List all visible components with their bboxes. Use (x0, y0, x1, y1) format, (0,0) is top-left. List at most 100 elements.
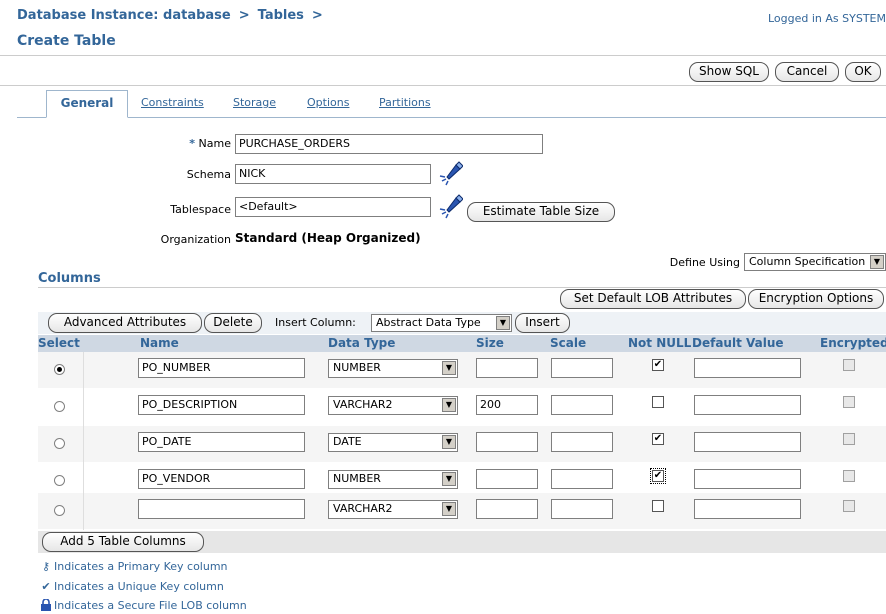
column-name-input[interactable] (138, 499, 305, 519)
header-select: Select (38, 336, 80, 350)
column-name-input[interactable]: PO_DESCRIPTION (138, 395, 305, 415)
cancel-button[interactable]: Cancel (775, 62, 839, 82)
estimate-table-size-button[interactable]: Estimate Table Size (467, 202, 615, 222)
legend-unique-key: ✔ Indicates a Unique Key column (40, 580, 223, 593)
default-value-input[interactable] (694, 432, 801, 452)
not-null-checkbox[interactable] (652, 500, 664, 512)
size-input[interactable] (476, 358, 538, 378)
insert-button[interactable]: Insert (515, 313, 570, 333)
flashlight-search-icon[interactable] (437, 193, 463, 219)
legend-primary-key-text: Indicates a Primary Key column (54, 560, 228, 573)
insert-type-value: Abstract Data Type (376, 316, 481, 329)
scale-input[interactable] (551, 358, 613, 378)
define-using-select[interactable]: Column Specification ▼ (744, 253, 886, 271)
tablespace-input[interactable]: <Default> (235, 197, 431, 217)
row-select-radio[interactable] (54, 438, 65, 449)
columns-section-title: Columns (38, 271, 101, 286)
default-value-input[interactable] (694, 358, 801, 378)
default-value-input[interactable] (694, 469, 801, 489)
encrypted-checkbox[interactable] (843, 396, 855, 408)
tab-bar: General Constraints Storage Options Part… (17, 90, 886, 118)
set-default-lob-button[interactable]: Set Default LOB Attributes (560, 289, 746, 309)
data-type-select[interactable]: NUMBER ▼ (328, 470, 458, 489)
row-select-radio[interactable] (54, 475, 65, 486)
schema-input[interactable]: NICK (235, 164, 431, 184)
header-name: Name (140, 336, 179, 350)
scale-input[interactable] (551, 395, 613, 415)
legend-secure-lob-text: Indicates a Secure File LOB column (54, 599, 247, 612)
breadcrumb-database-instance[interactable]: Database Instance: database (17, 8, 231, 23)
header-not-null: Not NULL (628, 336, 692, 350)
row-select-radio[interactable] (54, 401, 65, 412)
page-title: Create Table (17, 33, 116, 49)
header-scale: Scale (550, 336, 587, 350)
organization-label: Organization (160, 233, 231, 246)
required-indicator: * (189, 137, 196, 150)
header-divider (0, 55, 886, 56)
tab-constraints[interactable]: Constraints (141, 96, 204, 109)
not-null-checkbox[interactable]: ✔ (652, 433, 664, 445)
size-input[interactable]: 200 (476, 395, 538, 415)
not-null-checkbox[interactable] (652, 396, 664, 408)
header-data-type: Data Type (328, 336, 396, 350)
tab-storage[interactable]: Storage (233, 96, 276, 109)
data-type-select[interactable]: VARCHAR2 ▼ (328, 396, 458, 415)
default-value-input[interactable] (694, 499, 801, 519)
size-input[interactable] (476, 469, 538, 489)
column-name-input[interactable]: PO_VENDOR (138, 469, 305, 489)
scale-input[interactable] (551, 499, 613, 519)
encryption-options-button[interactable]: Encryption Options (748, 289, 884, 309)
key-icon: ⚷ (41, 560, 51, 573)
breadcrumb-separator: > (238, 8, 250, 23)
column-name-input[interactable]: PO_DATE (138, 432, 305, 452)
not-null-checkbox[interactable]: ✔ (652, 359, 664, 371)
data-type-value: NUMBER (333, 472, 381, 485)
add-table-columns-button[interactable]: Add 5 Table Columns (42, 532, 204, 552)
encrypted-checkbox[interactable] (843, 433, 855, 445)
columns-divider (38, 287, 886, 288)
header-size: Size (476, 336, 504, 350)
data-type-select[interactable]: NUMBER ▼ (328, 359, 458, 378)
data-type-value: NUMBER (333, 361, 381, 374)
table-row: PO_NUMBER NUMBER ▼ ✔ (38, 352, 886, 389)
schema-label: Schema (186, 168, 231, 181)
scale-input[interactable] (551, 469, 613, 489)
data-type-value: VARCHAR2 (333, 398, 393, 411)
breadcrumb-separator: > (311, 8, 323, 23)
breadcrumb-tables[interactable]: Tables (258, 8, 304, 23)
columns-table-header: Select Name Data Type Size Scale Not NUL… (38, 335, 886, 352)
row-select-radio[interactable] (54, 505, 65, 516)
delete-button[interactable]: Delete (204, 313, 262, 333)
size-input[interactable] (476, 499, 538, 519)
cell-divider (83, 426, 84, 463)
encrypted-checkbox[interactable] (843, 470, 855, 482)
encrypted-checkbox[interactable] (843, 359, 855, 371)
column-name-input[interactable]: PO_NUMBER (138, 358, 305, 378)
not-null-checkbox[interactable]: ✔ (650, 468, 666, 484)
table-name-input[interactable]: PURCHASE_ORDERS (235, 134, 543, 154)
data-type-select[interactable]: VARCHAR2 ▼ (328, 500, 458, 519)
size-input[interactable] (476, 432, 538, 452)
insert-type-select[interactable]: Abstract Data Type ▼ (371, 314, 512, 332)
data-type-select[interactable]: DATE ▼ (328, 433, 458, 452)
default-value-input[interactable] (694, 395, 801, 415)
legend-primary-key: ⚷ Indicates a Primary Key column (40, 560, 228, 573)
encrypted-checkbox[interactable] (843, 500, 855, 512)
header-encrypted: Encrypted (820, 336, 886, 350)
organization-value: Standard (Heap Organized) (235, 231, 421, 245)
chevron-down-icon: ▼ (442, 502, 456, 516)
chevron-down-icon: ▼ (870, 255, 884, 269)
scale-input[interactable] (551, 432, 613, 452)
advanced-attributes-button[interactable]: Advanced Attributes (48, 313, 202, 333)
ok-button[interactable]: OK (845, 62, 881, 82)
insert-column-label: Insert Column: (275, 316, 356, 329)
tab-options[interactable]: Options (307, 96, 349, 109)
table-row: PO_DATE DATE ▼ ✔ (38, 426, 886, 463)
flashlight-search-icon[interactable] (437, 160, 463, 186)
show-sql-button[interactable]: Show SQL (689, 62, 769, 82)
tab-general[interactable]: General (46, 90, 128, 118)
toolbar-divider (0, 85, 886, 86)
tab-partitions[interactable]: Partitions (379, 96, 431, 109)
row-select-radio[interactable] (54, 364, 65, 375)
name-label-text: Name (198, 137, 231, 150)
